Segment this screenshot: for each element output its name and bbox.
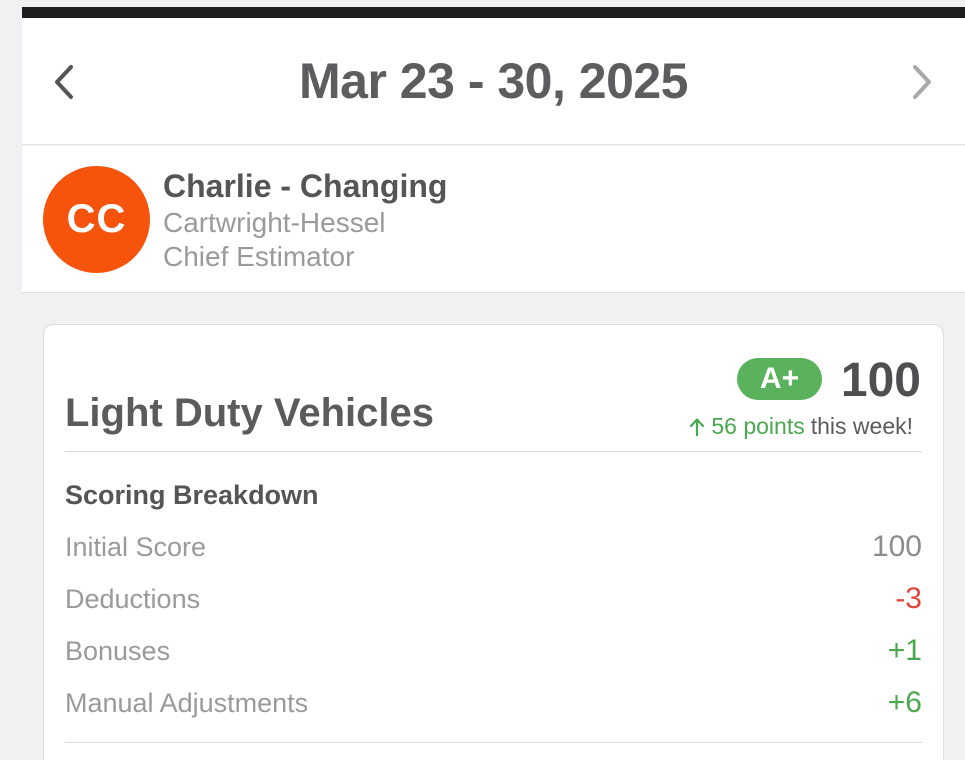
arrow-up-icon: [690, 417, 705, 436]
chevron-right-icon: [913, 65, 931, 99]
row-value: +1: [887, 634, 922, 667]
weekly-change: 56 points this week!: [689, 413, 913, 440]
grade-badge: A+: [737, 358, 822, 400]
divider: [65, 451, 922, 452]
change-suffix: this week!: [810, 413, 913, 439]
profile-role: Chief Estimator: [163, 241, 355, 272]
row-value: 100: [871, 530, 922, 563]
total-score: 100: [840, 354, 921, 407]
score-card: Light Duty Vehicles A+ 100 56 points thi…: [43, 324, 944, 760]
breakdown-title: Scoring Breakdown: [65, 480, 319, 510]
row-label: Deductions: [65, 583, 201, 614]
profile-card[interactable]: CC Charlie - Changing Cartwright-Hessel …: [22, 146, 965, 293]
row-label: Initial Score: [65, 531, 207, 562]
change-points: 56 points: [711, 413, 805, 439]
row-label: Manual Adjustments: [65, 687, 309, 718]
breakdown-row-deductions: Deductions -3: [65, 579, 922, 619]
app-screen: Mar 23 - 30, 2025 CC Charlie - Changing …: [0, 0, 965, 760]
profile-name: Charlie - Changing: [163, 168, 448, 204]
profile-company: Cartwright-Hessel: [163, 207, 386, 238]
week-header: Mar 23 - 30, 2025: [22, 18, 965, 145]
card-title: Light Duty Vehicles: [65, 391, 434, 435]
breakdown-row-bonuses: Bonuses +1: [65, 631, 922, 671]
row-value: +6: [887, 686, 922, 719]
avatar: CC: [43, 166, 150, 273]
row-value: -3: [895, 582, 922, 615]
window-top-bar: [22, 7, 965, 18]
divider: [65, 742, 922, 743]
row-label: Bonuses: [65, 635, 171, 666]
next-week-button[interactable]: [902, 62, 942, 102]
date-range-title: Mar 23 - 30, 2025: [299, 53, 689, 109]
breakdown-row-manual-adjustments: Manual Adjustments +6: [65, 683, 922, 723]
breakdown-row-initial-score: Initial Score 100: [65, 527, 922, 567]
